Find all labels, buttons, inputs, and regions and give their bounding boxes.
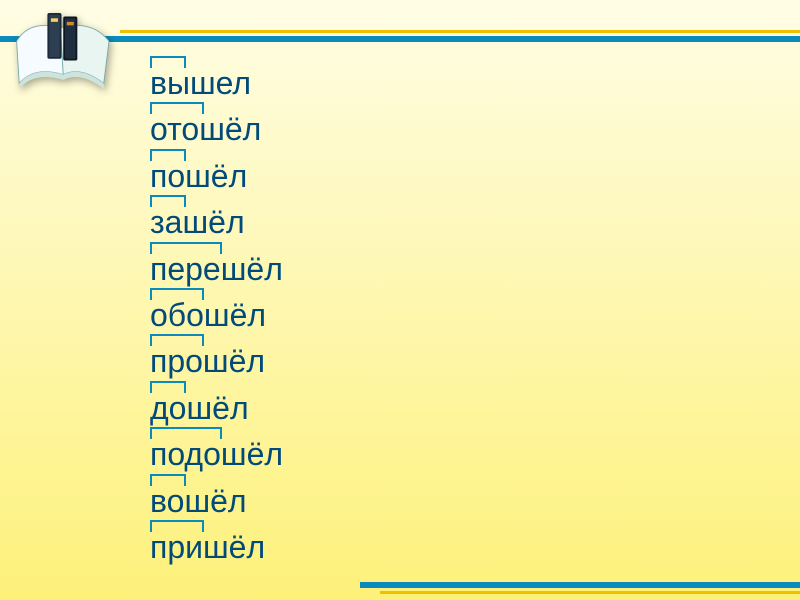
word-item: подошёл [150,431,283,477]
prefix-bracket-icon [150,195,186,207]
word-item: прошёл [150,338,283,384]
word-text: зашёл [150,204,245,240]
word-item: отошёл [150,106,283,152]
word-text: пошёл [150,158,247,194]
word-item: вошёл [150,478,283,524]
word-item: вышел [150,60,283,106]
word-item: обошёл [150,292,283,338]
word-item: пришёл [150,524,283,570]
top-bar [0,36,800,42]
word-text: дошёл [150,390,249,426]
prefix-bracket-icon [150,288,204,300]
prefix-bracket-icon [150,102,204,114]
word-item: пошёл [150,153,283,199]
word-list: вышел отошёл пошёл зашёл перешёл обошёл прошёл… [150,60,283,570]
word-text: подошёл [150,436,283,472]
word-text: пришёл [150,529,265,565]
prefix-bracket-icon [150,56,186,68]
prefix-bracket-icon [150,149,186,161]
prefix-bracket-icon [150,474,186,486]
word-item: перешёл [150,246,283,292]
word-text: обошёл [150,297,266,333]
word-item: дошёл [150,385,283,431]
prefix-bracket-icon [150,520,204,532]
bottom-bar-blue [360,582,800,588]
prefix-bracket-icon [150,242,222,254]
word-text: прошёл [150,343,265,379]
word-text: отошёл [150,111,261,147]
slide: вышел отошёл пошёл зашёл перешёл обошёл прошёл… [0,0,800,600]
bottom-bar-yellow [380,591,800,594]
prefix-bracket-icon [150,427,222,439]
prefix-bracket-icon [150,334,204,346]
word-text: вышел [150,65,251,101]
top-accent-bar [120,30,800,33]
word-text: вошёл [150,483,247,519]
word-item: зашёл [150,199,283,245]
books-icon [10,6,120,94]
prefix-bracket-icon [150,381,186,393]
word-text: перешёл [150,251,283,287]
